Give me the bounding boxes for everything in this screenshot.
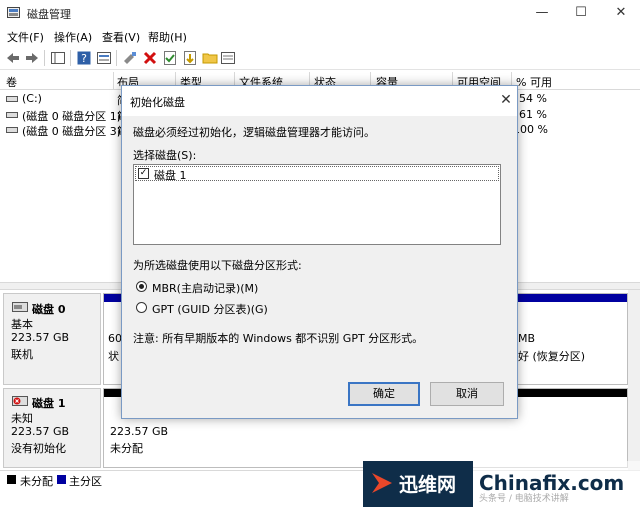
partition-style-label: 为所选磁盘使用以下磁盘分区形式:	[133, 259, 302, 272]
menu-view[interactable]: 查看(V)	[102, 29, 140, 45]
disk-0-size: 223.57 GB	[11, 331, 70, 344]
col-percent-free[interactable]: % 可用	[516, 74, 552, 90]
vertical-scrollbar[interactable]	[628, 290, 640, 470]
import-icon[interactable]	[182, 50, 198, 66]
unallocated-swatch	[7, 475, 16, 484]
legend-primary: 主分区	[69, 475, 102, 488]
watermark: 迅维网 Chinafix.com 头条号 / 电脑技术讲解	[363, 461, 640, 507]
gpt-radio[interactable]	[136, 302, 147, 313]
disk-0-name: 磁盘 0	[32, 303, 66, 316]
dialog-close-icon[interactable]: ✕	[496, 90, 516, 110]
menu-help[interactable]: 帮助(H)	[148, 29, 187, 45]
menu-action[interactable]: 操作(A)	[54, 29, 92, 45]
disk-listbox[interactable]: ✓ 磁盘 1	[133, 164, 501, 245]
col-volume[interactable]: 卷	[6, 74, 17, 90]
disk-1-status: 没有初始化	[11, 442, 66, 455]
disk-1-label[interactable]: 磁盘 1 未知 223.57 GB 没有初始化	[3, 388, 101, 468]
disk-1-size: 223.57 GB	[11, 425, 70, 438]
menu-file[interactable]: 文件(F)	[7, 29, 44, 45]
close-window-button[interactable]: ✕	[598, 0, 640, 26]
drive-icon	[6, 112, 18, 118]
title-bar: 磁盘管理 — ☐ ✕	[0, 0, 640, 26]
primary-partition-swatch	[57, 475, 66, 484]
select-disk-label: 选择磁盘(S):	[133, 149, 197, 162]
brand-mark-icon	[372, 473, 392, 493]
volume-name: (C:)	[22, 92, 42, 105]
forward-icon[interactable]	[24, 50, 40, 66]
legend-unallocated: 未分配	[20, 475, 53, 488]
back-icon[interactable]	[5, 50, 21, 66]
dialog-title-bar: 初始化磁盘 ✕	[122, 86, 517, 116]
disk-icon	[12, 302, 28, 312]
disk-0-recovery-partition[interactable]: MB 好 (恢复分区)	[515, 293, 628, 385]
watermark-logo: 迅维网	[363, 461, 473, 507]
disk-item-label: 磁盘 1	[154, 169, 187, 182]
disk-list-item[interactable]: ✓ 磁盘 1	[135, 166, 499, 182]
volume-free-percent: 61 %	[519, 108, 547, 121]
properties-icon[interactable]	[96, 50, 112, 66]
gpt-option-label[interactable]: GPT (GUID 分区表)(G)	[152, 301, 268, 317]
mbr-option-label[interactable]: MBR(主启动记录)(M)	[152, 280, 258, 296]
help-icon[interactable]: ?	[76, 50, 92, 66]
menu-bar: 文件(F) 操作(A) 查看(V) 帮助(H)	[0, 26, 640, 46]
folder-icon[interactable]	[202, 50, 218, 66]
disk-management-icon	[7, 7, 20, 18]
cancel-button[interactable]: 取消	[430, 382, 504, 406]
svg-text:?: ?	[81, 52, 87, 65]
watermark-brand: 迅维网	[399, 474, 457, 496]
volume-name: (磁盘 0 磁盘分区 3)	[22, 125, 122, 138]
disk-0-type: 基本	[11, 318, 33, 331]
drive-icon	[6, 127, 18, 133]
disk-0-label[interactable]: 磁盘 0 基本 223.57 GB 联机	[3, 293, 101, 385]
volume-free-percent: 100 %	[513, 123, 548, 136]
dialog-body: 磁盘必须经过初始化，逻辑磁盘管理器才能访问。 选择磁盘(S): ✓ 磁盘 1 为…	[122, 116, 517, 418]
disk-0-partition-left[interactable]: 60 状	[103, 293, 123, 385]
list-view-icon[interactable]	[220, 50, 236, 66]
disk-not-initialized-icon	[12, 396, 28, 406]
mbr-radio[interactable]	[136, 281, 147, 292]
ok-button[interactable]: 确定	[348, 382, 420, 406]
dialog-message: 磁盘必须经过初始化，逻辑磁盘管理器才能访问。	[133, 126, 375, 139]
initialize-disk-dialog: 初始化磁盘 ✕ 磁盘必须经过初始化，逻辑磁盘管理器才能访问。 选择磁盘(S): …	[121, 85, 518, 419]
volume-free-percent: 54 %	[519, 92, 547, 105]
check-icon[interactable]	[162, 50, 178, 66]
disk-management-window: 磁盘管理 — ☐ ✕ 文件(F) 操作(A) 查看(V) 帮助(H) ? 卷 布…	[0, 0, 640, 507]
watermark-sub: 头条号 / 电脑技术讲解	[479, 494, 569, 504]
console-tree-icon[interactable]	[50, 50, 66, 66]
dialog-title: 初始化磁盘	[130, 96, 185, 109]
disk-1-type: 未知	[11, 412, 33, 425]
watermark-site: Chinafix.com 头条号 / 电脑技术讲解	[473, 461, 640, 507]
disk-1-name: 磁盘 1	[32, 397, 66, 410]
drive-icon	[6, 96, 18, 102]
toolbar: ?	[0, 46, 640, 70]
window-title: 磁盘管理	[27, 8, 71, 21]
delete-icon[interactable]	[142, 50, 158, 66]
connect-icon[interactable]	[122, 50, 138, 66]
gpt-note: 注意: 所有早期版本的 Windows 都不识别 GPT 分区形式。	[133, 332, 424, 345]
disk-0-status: 联机	[11, 348, 33, 361]
disk-checkbox[interactable]: ✓	[138, 168, 149, 179]
